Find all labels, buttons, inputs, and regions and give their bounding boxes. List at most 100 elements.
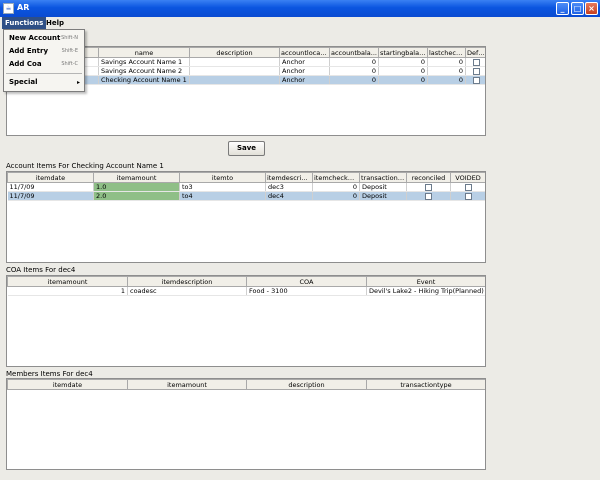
cell-description[interactable] <box>189 57 280 67</box>
cell-starting-balance[interactable]: 0 <box>378 75 428 85</box>
menu-item-label: New Account <box>9 34 61 42</box>
cell-description[interactable] <box>189 66 280 76</box>
column-header[interactable]: transactiontype <box>366 379 485 390</box>
cell-itemamount[interactable]: 1 <box>7 286 128 296</box>
account-items-panel: itemdate itemamount itemto itemdescripti… <box>6 171 486 263</box>
cell-description[interactable] <box>189 75 280 85</box>
default-checkbox[interactable] <box>473 67 480 75</box>
menu-functions[interactable]: Functions <box>2 17 47 29</box>
cell-lastcheck[interactable]: 0 <box>427 66 466 76</box>
cell-reconciled[interactable] <box>406 182 451 192</box>
cell-name[interactable]: Savings Account Name 1 <box>98 57 190 67</box>
window-title: AR <box>17 3 30 12</box>
menu-bar: Functions Help <box>0 17 600 29</box>
cell-balance[interactable]: 0 <box>329 75 379 85</box>
cell-event[interactable]: Devil's Lake2 - Hiking Trip(Planned) <box>366 286 485 296</box>
save-button[interactable]: Save <box>228 141 265 156</box>
menu-item-label: Add Entry <box>9 47 49 55</box>
maximize-button[interactable]: □ <box>571 2 584 15</box>
column-header[interactable]: itemamount <box>7 276 128 287</box>
column-header[interactable]: accountlocati... <box>279 47 330 58</box>
coa-items-table: itemamount itemdescription COA Event 1 c… <box>7 276 485 296</box>
menu-item-label: Special <box>9 78 38 86</box>
table-row[interactable]: 11/7/09 1.0 to3 dec3 0 Deposit <box>7 182 485 192</box>
cell-default[interactable] <box>465 75 485 85</box>
menu-item-add-entry[interactable]: Add Entry Shift-E <box>4 45 84 58</box>
cell-itemto[interactable]: to4 <box>179 191 266 201</box>
cell-starting-balance[interactable]: 0 <box>378 66 428 76</box>
column-header[interactable]: itemdate <box>7 379 128 390</box>
menu-item-new-account[interactable]: New Account Shift-N <box>4 32 84 45</box>
cell-coa[interactable]: Food - 3100 <box>246 286 367 296</box>
members-items-label: Members Items For dec4 <box>6 370 93 378</box>
column-header[interactable]: itemdate <box>7 172 94 183</box>
column-header[interactable]: name <box>98 47 190 58</box>
column-header[interactable]: description <box>189 47 280 58</box>
voided-checkbox[interactable] <box>464 192 472 200</box>
column-header[interactable]: accountbala... <box>329 47 379 58</box>
cell-default[interactable] <box>465 57 485 67</box>
default-checkbox[interactable] <box>473 58 480 66</box>
cell-balance[interactable]: 0 <box>329 57 379 67</box>
cell-balance[interactable]: 0 <box>329 66 379 76</box>
cell-default[interactable] <box>465 66 485 76</box>
cell-lastcheck[interactable]: 0 <box>427 75 466 85</box>
cell-itemcheckno[interactable]: 0 <box>312 191 360 201</box>
cell-itemdescription[interactable]: dec3 <box>265 182 313 192</box>
window-titlebar[interactable]: ☕ AR _ □ × <box>0 0 600 17</box>
column-header[interactable]: VOIDED <box>450 172 485 183</box>
column-header[interactable]: transactiont... <box>359 172 407 183</box>
cell-itemamount[interactable]: 1.0 <box>93 182 180 192</box>
close-button[interactable]: × <box>585 2 598 15</box>
cell-location[interactable]: Anchor <box>279 75 330 85</box>
cell-itemto[interactable]: to3 <box>179 182 266 192</box>
cell-itemdescription[interactable]: coadesc <box>127 286 247 296</box>
cell-lastcheck[interactable]: 0 <box>427 57 466 67</box>
reconciled-checkbox[interactable] <box>425 192 432 200</box>
cell-itemcheckno[interactable]: 0 <box>312 182 360 192</box>
column-header[interactable]: itemamount <box>127 379 247 390</box>
functions-dropdown: New Account Shift-N Add Entry Shift-E Ad… <box>3 29 85 92</box>
reconciled-checkbox[interactable] <box>425 183 432 191</box>
cell-reconciled[interactable] <box>406 191 451 201</box>
table-header-row: itemdate itemamount description transact… <box>7 379 485 390</box>
coa-items-label: COA Items For dec4 <box>6 266 76 274</box>
cell-starting-balance[interactable]: 0 <box>378 57 428 67</box>
table-header-row: itemdate itemamount itemto itemdescripti… <box>7 172 485 183</box>
cell-voided[interactable] <box>450 182 485 192</box>
cell-location[interactable]: Anchor <box>279 66 330 76</box>
cell-transactiontype[interactable]: Deposit <box>359 182 407 192</box>
coa-items-panel: itemamount itemdescription COA Event 1 c… <box>6 275 486 367</box>
column-header[interactable]: lastcheck... <box>427 47 466 58</box>
cell-itemdate[interactable]: 11/7/09 <box>7 191 94 201</box>
cell-itemamount[interactable]: 2.0 <box>93 191 180 201</box>
column-header[interactable]: description <box>246 379 367 390</box>
voided-checkbox[interactable] <box>464 183 472 191</box>
menu-item-special[interactable]: Special ▸ <box>4 76 84 89</box>
menu-item-add-coa[interactable]: Add Coa Shift-C <box>4 58 84 71</box>
cell-itemdescription[interactable]: dec4 <box>265 191 313 201</box>
column-header[interactable]: Defa... <box>465 47 485 58</box>
column-header[interactable]: itemdescripti... <box>265 172 313 183</box>
column-header[interactable]: itemto <box>179 172 266 183</box>
cell-voided[interactable] <box>450 191 485 201</box>
minimize-button[interactable]: _ <box>556 2 569 15</box>
table-row[interactable]: 1 coadesc Food - 3100 Devil's Lake2 - Hi… <box>7 286 485 296</box>
cell-name[interactable]: Checking Account Name 1 <box>98 75 190 85</box>
java-app-icon: ☕ <box>3 3 14 14</box>
column-header[interactable]: startingbalan... <box>378 47 428 58</box>
default-checkbox[interactable] <box>473 76 480 84</box>
table-row-selected[interactable]: 11/7/09 2.0 to4 dec4 0 Deposit <box>7 191 485 201</box>
cell-itemdate[interactable]: 11/7/09 <box>7 182 94 192</box>
column-header[interactable]: Event <box>366 276 485 287</box>
menu-help[interactable]: Help <box>43 17 67 29</box>
column-header[interactable]: COA <box>246 276 367 287</box>
column-header[interactable]: itemcheckn... <box>312 172 360 183</box>
cell-transactiontype[interactable]: Deposit <box>359 191 407 201</box>
column-header[interactable]: itemamount <box>93 172 180 183</box>
menu-item-shortcut: Shift-N <box>61 35 78 41</box>
cell-location[interactable]: Anchor <box>279 57 330 67</box>
column-header[interactable]: reconciled <box>406 172 451 183</box>
column-header[interactable]: itemdescription <box>127 276 247 287</box>
cell-name[interactable]: Savings Account Name 2 <box>98 66 190 76</box>
